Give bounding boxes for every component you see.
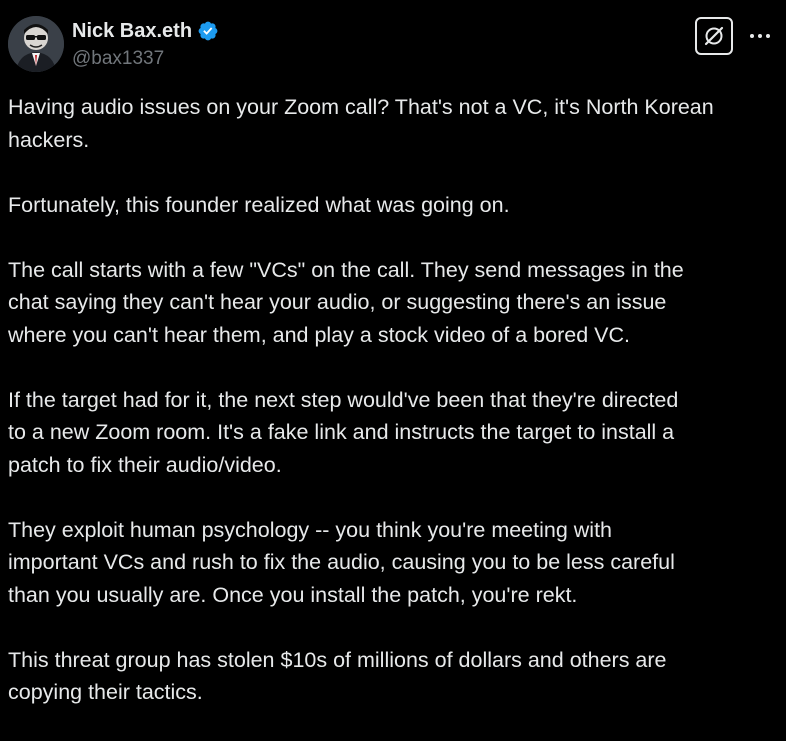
name-row: Nick Bax.eth <box>72 18 219 44</box>
post-paragraph: The call starts with a few "VCs" on the … <box>8 257 684 347</box>
tweet: Nick Bax.eth @bax1337 Having audio issue… <box>0 0 786 717</box>
post-text: Having audio issues on your Zoom call? T… <box>8 91 780 741</box>
avatar[interactable] <box>8 16 64 72</box>
post-paragraph: Having audio issues on your Zoom call? T… <box>8 95 714 152</box>
post-paragraph: This threat group has stolen $10s of mil… <box>8 647 667 705</box>
more-button[interactable] <box>744 22 776 50</box>
post-paragraph: They exploit human psychology -- you thi… <box>8 517 675 607</box>
avatar-icon <box>8 16 64 72</box>
grok-button[interactable] <box>695 17 733 55</box>
author-display-name[interactable]: Nick Bax.eth <box>72 20 192 43</box>
post-paragraph: If the target had for it, the next step … <box>8 387 679 477</box>
more-dots-icon <box>750 34 770 38</box>
grok-icon <box>704 26 724 46</box>
post-paragraph: Fortunately, this founder realized what … <box>8 192 510 217</box>
verified-badge-icon <box>198 21 218 41</box>
author-block: Nick Bax.eth @bax1337 <box>72 18 219 70</box>
author-handle[interactable]: @bax1337 <box>72 48 219 70</box>
